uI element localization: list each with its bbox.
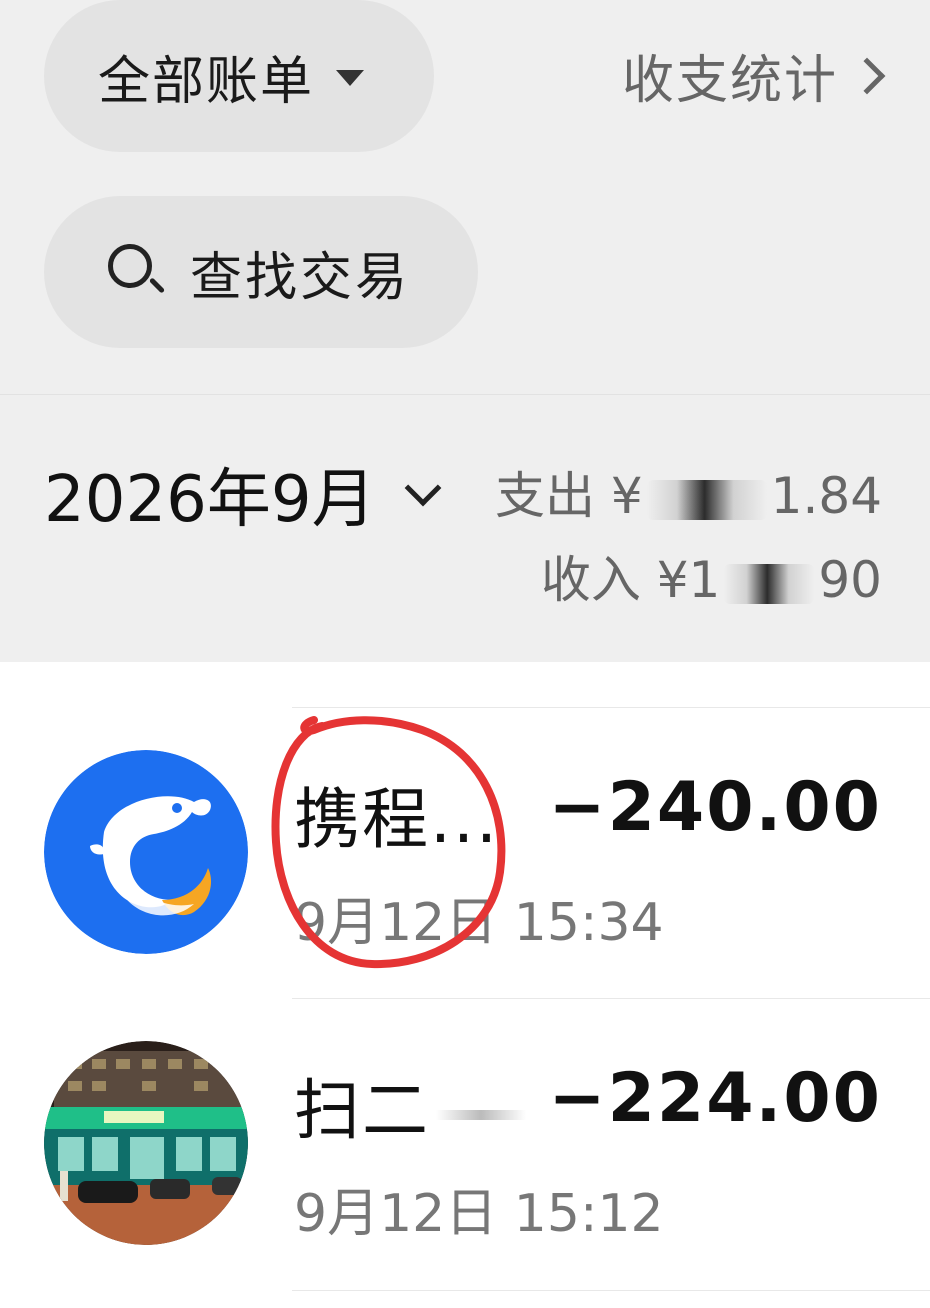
expense-summary: 支出 ¥ 1.84 — [495, 456, 882, 528]
header-divider — [0, 394, 930, 395]
bills-filter-label: 全部账单 — [98, 51, 315, 112]
transaction-amount: −224.00 — [548, 1059, 882, 1138]
transaction-time: 9月12日 15:12 — [294, 1184, 664, 1244]
storefront-photo — [44, 1041, 248, 1245]
stats-link-label: 收支统计 — [621, 51, 838, 111]
ctrip-dolphin-logo-icon — [44, 750, 248, 954]
bills-filter-dropdown[interactable]: 全部账单 — [44, 0, 434, 152]
transaction-time: 9月12日 15:34 — [294, 893, 664, 953]
stats-link[interactable]: 收支统计 — [621, 38, 886, 113]
income-prefix: 收入 ¥1 — [540, 551, 721, 609]
redacted-amount — [724, 563, 815, 604]
transaction-row[interactable]: 扫二 −224.00 9月12日 15:12 — [0, 999, 930, 1289]
redacted-text — [436, 1109, 526, 1120]
caret-down-icon — [336, 70, 365, 86]
month-selector[interactable]: 2026年9月 — [44, 448, 441, 540]
expense-suffix: 1.84 — [770, 467, 882, 525]
month-label: 2026年9月 — [44, 463, 376, 537]
income-suffix: 90 — [818, 551, 882, 609]
merchant-name: 携程... — [294, 781, 499, 858]
transaction-row[interactable]: 携程... −240.00 9月12日 15:34 — [0, 708, 930, 998]
list-divider — [292, 1290, 930, 1291]
income-summary: 收入 ¥1 90 — [541, 540, 882, 612]
expense-prefix: 支出 ¥ — [494, 467, 643, 525]
chevron-down-icon — [404, 469, 441, 507]
redacted-amount — [646, 479, 767, 520]
merchant-name: 扫二 — [294, 1057, 526, 1153]
search-icon — [106, 242, 166, 302]
search-label: 查找交易 — [190, 247, 411, 308]
transaction-amount: −240.00 — [548, 768, 882, 847]
chevron-right-icon — [848, 57, 886, 94]
search-transactions-button[interactable]: 查找交易 — [44, 196, 478, 348]
